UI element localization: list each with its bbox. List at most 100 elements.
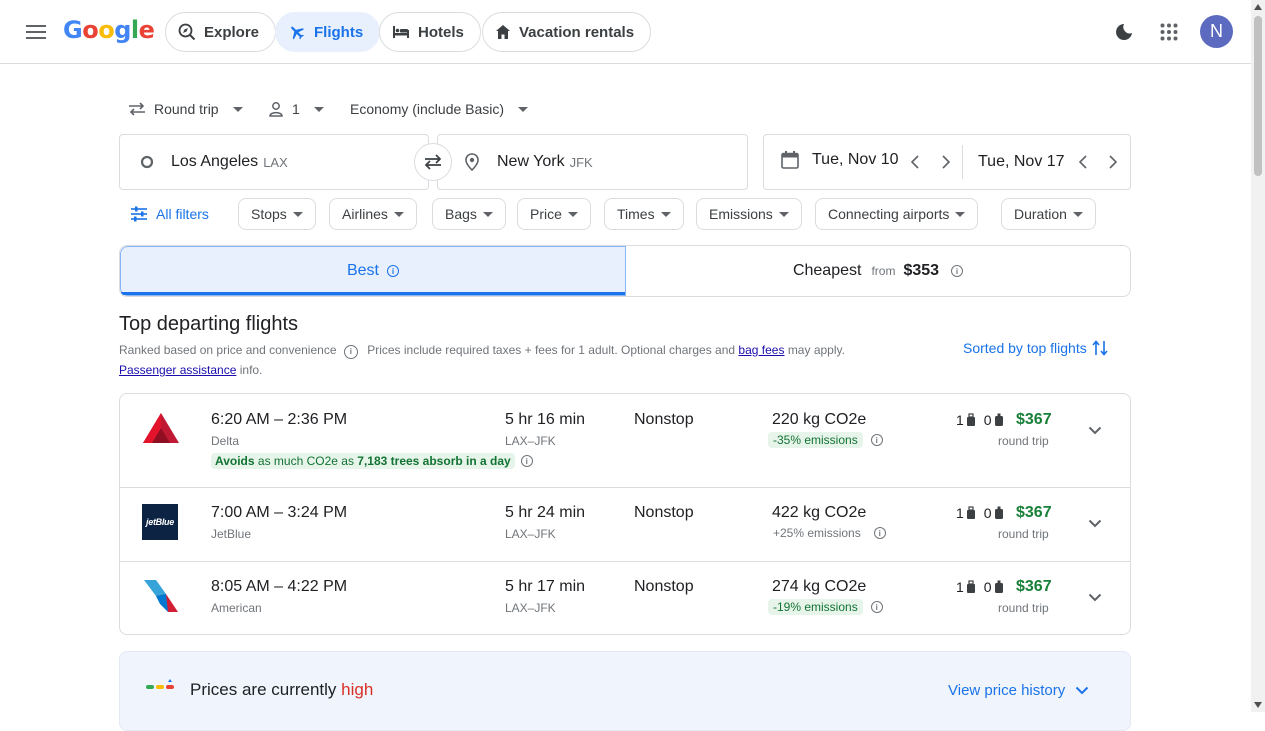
nav-flights-label: Flights <box>314 23 364 41</box>
flight-results-list: 6:20 AM – 2:36 PM Delta Avoids as much C… <box>119 393 1131 635</box>
cabin-class-select[interactable]: Economy (include Basic) <box>350 96 529 122</box>
dropdown-caret-icon <box>660 211 671 217</box>
depart-next-day-button[interactable] <box>941 154 951 175</box>
co2-amount: 274 kg CO2e <box>772 578 867 595</box>
tab-best[interactable]: Best i <box>120 246 626 296</box>
depart-date-field[interactable]: Tue, Nov 10 <box>780 150 899 170</box>
dropdown-caret-icon <box>567 211 578 217</box>
carry-on-count: 1 <box>956 412 964 428</box>
passenger-assistance-link[interactable]: Passenger assistance <box>119 363 236 377</box>
emissions-badge: -19% emissions <box>768 599 863 615</box>
flight-times: 8:05 AM – 4:22 PM <box>211 578 348 595</box>
filter-stops[interactable]: Stops <box>238 198 316 230</box>
info-icon[interactable]: i <box>951 265 964 277</box>
scroll-down-arrow-icon[interactable] <box>1254 702 1262 708</box>
passengers-select[interactable]: 1 <box>268 96 324 122</box>
google-logo[interactable]: Google <box>63 16 155 44</box>
dropdown-caret-icon <box>482 211 493 217</box>
american-logo <box>142 578 180 616</box>
filter-price[interactable]: Price <box>517 198 591 230</box>
flight-price: $367 <box>1016 411 1052 428</box>
calendar-icon <box>781 151 799 169</box>
nav-vacation-rentals-label: Vacation rentals <box>519 23 635 41</box>
filter-times[interactable]: Times <box>604 198 684 230</box>
swap-arrows-icon <box>129 102 145 116</box>
depart-prev-day-button[interactable] <box>910 154 920 175</box>
view-price-history-button[interactable]: View price history <box>948 682 1089 699</box>
dropdown-caret-icon <box>292 211 303 217</box>
return-date-field[interactable]: Tue, Nov 17 <box>978 153 1065 171</box>
tab-cheapest[interactable]: Cheapest from $353 i <box>626 246 1130 296</box>
account-avatar[interactable]: N <box>1200 15 1233 48</box>
price-level-icon <box>146 679 174 689</box>
info-icon[interactable]: i <box>870 434 883 446</box>
scroll-up-arrow-icon[interactable] <box>1254 4 1262 10</box>
flight-stops: Nonstop <box>634 411 694 428</box>
tab-cheapest-from: from <box>871 264 896 278</box>
may-apply-text: may apply. <box>787 343 845 357</box>
dark-mode-button[interactable] <box>1108 16 1140 48</box>
depart-date: Tue, Nov 10 <box>812 151 899 168</box>
flight-stops: Nonstop <box>634 578 694 595</box>
flight-stops: Nonstop <box>634 504 694 521</box>
return-date: Tue, Nov 17 <box>978 153 1065 170</box>
destination-city: New York <box>497 153 565 170</box>
nav-explore[interactable]: Explore <box>165 12 277 52</box>
all-filters-button[interactable]: All filters <box>130 198 209 230</box>
scrollbar-thumb[interactable] <box>1254 16 1262 176</box>
nav-hotels-label: Hotels <box>418 23 464 41</box>
apps-button[interactable] <box>1153 16 1185 48</box>
trip-type-select[interactable]: Round trip <box>128 96 243 122</box>
swap-locations-button[interactable] <box>414 143 452 181</box>
apps-grid-icon <box>1160 23 1178 41</box>
emissions-badge: -35% emissions <box>768 432 863 448</box>
bed-icon <box>393 26 409 38</box>
filter-connecting-airports[interactable]: Connecting airports <box>815 198 979 230</box>
origin-field[interactable]: Los Angeles LAX <box>119 134 429 190</box>
price-insight-card: Prices are currently high View price his… <box>119 651 1131 731</box>
flight-row[interactable]: jetBlue 7:00 AM – 3:24 PM JetBlue 5 hr 2… <box>120 488 1130 562</box>
expand-details-button[interactable] <box>1083 418 1107 442</box>
expand-details-button[interactable] <box>1083 585 1107 609</box>
filter-airlines[interactable]: Airlines <box>329 198 417 230</box>
flight-times: 7:00 AM – 3:24 PM <box>211 504 348 521</box>
destination-field[interactable]: New York JFK <box>437 134 748 190</box>
info-icon[interactable]: i <box>870 601 883 613</box>
nav-vacation-rentals[interactable]: Vacation rentals <box>482 12 652 52</box>
flight-price: $367 <box>1016 504 1052 521</box>
carry-on-bag-icon <box>966 580 975 593</box>
info-icon[interactable]: i <box>873 527 886 539</box>
flight-icon <box>291 26 304 40</box>
filter-emissions[interactable]: Emissions <box>696 198 802 230</box>
trip-type-label: Round trip <box>154 101 219 117</box>
avoid-trees: 7,183 trees absorb in a day <box>357 454 511 468</box>
bag-allowance: 1 0 <box>956 579 1004 595</box>
sort-button[interactable]: Sorted by top flights <box>963 339 1109 357</box>
filter-duration-label: Duration <box>1014 206 1067 222</box>
airline-name: JetBlue <box>211 527 252 541</box>
bag-fees-link[interactable]: bag fees <box>738 343 784 357</box>
emissions-change: -19% emissions i <box>768 599 883 615</box>
filter-duration[interactable]: Duration <box>1001 198 1096 230</box>
nav-flights[interactable]: Flights <box>275 12 381 52</box>
expand-details-button[interactable] <box>1083 511 1107 535</box>
co2-amount: 220 kg CO2e <box>772 411 867 428</box>
checked-bag-icon <box>994 580 1003 593</box>
ranking-info-icon[interactable]: i <box>343 345 358 359</box>
chevron-left-icon <box>910 155 919 169</box>
return-prev-day-button[interactable] <box>1078 154 1088 175</box>
filter-bags[interactable]: Bags <box>432 198 506 230</box>
person-icon <box>269 102 283 117</box>
nav-hotels[interactable]: Hotels <box>379 12 481 52</box>
page-scrollbar[interactable] <box>1251 0 1265 712</box>
main-menu-button[interactable] <box>20 16 52 48</box>
info-icon[interactable]: i <box>387 265 399 277</box>
carry-on-count: 1 <box>956 579 964 595</box>
flight-row[interactable]: 6:20 AM – 2:36 PM Delta Avoids as much C… <box>120 394 1130 488</box>
return-next-day-button[interactable] <box>1108 154 1118 175</box>
info-icon[interactable]: i <box>520 455 533 467</box>
dropdown-caret-icon <box>313 106 324 112</box>
chevron-left-icon <box>1078 155 1087 169</box>
dropdown-caret-icon <box>955 211 966 217</box>
flight-row[interactable]: 8:05 AM – 4:22 PM American 5 hr 17 min L… <box>120 562 1130 634</box>
